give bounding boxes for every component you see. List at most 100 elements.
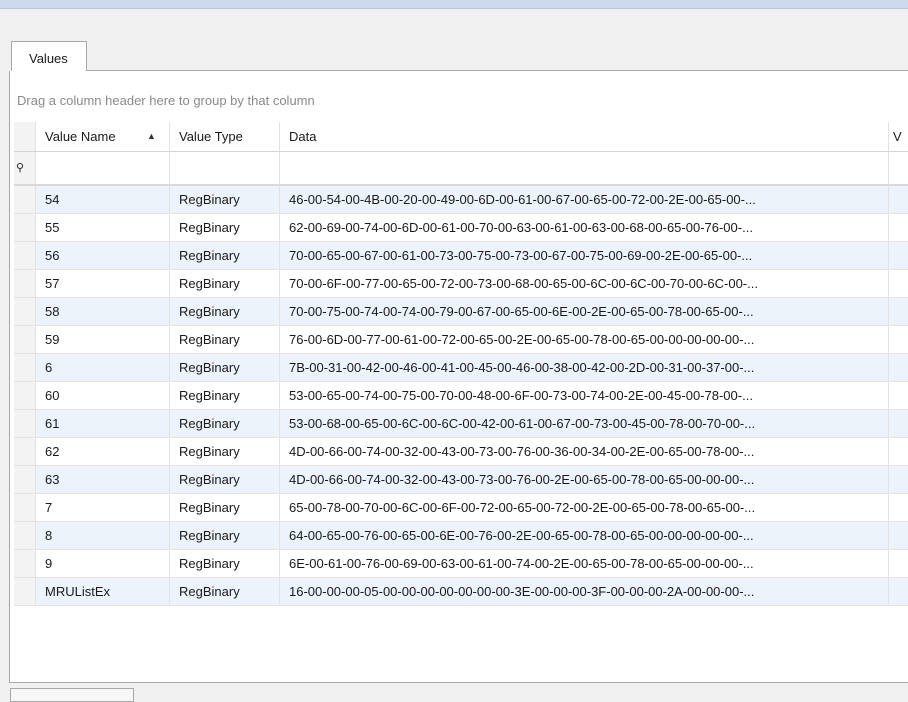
table-row[interactable]: 58 RegBinary 70-00-75-00-74-00-74-00-79-00…: [14, 298, 908, 326]
cell-value-type[interactable]: RegBinary: [170, 494, 280, 521]
cell-value-name[interactable]: 61: [36, 410, 170, 437]
table-row[interactable]: 56 RegBinary 70-00-65-00-67-00-61-00-73-00…: [14, 242, 908, 270]
cell-partial: [889, 214, 908, 241]
group-by-hint[interactable]: Drag a column header here to group by th…: [17, 93, 315, 108]
row-indicator: [14, 410, 36, 437]
cell-data[interactable]: 6E-00-61-00-76-00-69-00-63-00-61-00-74-0…: [280, 550, 889, 577]
cell-value-name[interactable]: 57: [36, 270, 170, 297]
filter-cell-value-name[interactable]: [36, 152, 170, 184]
cell-data[interactable]: 4D-00-66-00-74-00-32-00-43-00-73-00-76-0…: [280, 466, 889, 493]
grid-header-row: Value Name ▲ Value Type Data V: [14, 122, 908, 152]
column-header-value-name-label: Value Name: [45, 129, 116, 144]
table-row[interactable]: 8 RegBinary 64-00-65-00-76-00-65-00-6E-00-…: [14, 522, 908, 550]
cell-partial: [889, 550, 908, 577]
grid-rows: 54 RegBinary 46-00-54-00-4B-00-20-00-49-00…: [14, 186, 908, 606]
cell-data[interactable]: 7B-00-31-00-42-00-46-00-41-00-45-00-46-0…: [280, 354, 889, 381]
cell-data[interactable]: 46-00-54-00-4B-00-20-00-49-00-6D-00-61-0…: [280, 186, 889, 213]
table-row[interactable]: 55 RegBinary 62-00-69-00-74-00-6D-00-61-00…: [14, 214, 908, 242]
cell-value-name[interactable]: 60: [36, 382, 170, 409]
cell-value-name[interactable]: 59: [36, 326, 170, 353]
filter-cell-data[interactable]: [280, 152, 889, 184]
cell-data[interactable]: 64-00-65-00-76-00-65-00-6E-00-76-00-2E-0…: [280, 522, 889, 549]
cell-data[interactable]: 53-00-68-00-65-00-6C-00-6C-00-42-00-61-0…: [280, 410, 889, 437]
row-indicator: [14, 438, 36, 465]
cell-partial: [889, 298, 908, 325]
cell-value-type[interactable]: RegBinary: [170, 382, 280, 409]
cell-value-name[interactable]: 63: [36, 466, 170, 493]
cell-value-type[interactable]: RegBinary: [170, 522, 280, 549]
cell-value-type[interactable]: RegBinary: [170, 242, 280, 269]
table-row[interactable]: 59 RegBinary 76-00-6D-00-77-00-61-00-72-00…: [14, 326, 908, 354]
cell-value-type[interactable]: RegBinary: [170, 186, 280, 213]
cell-value-type[interactable]: RegBinary: [170, 578, 280, 605]
cell-partial: [889, 354, 908, 381]
cell-partial: [889, 326, 908, 353]
row-indicator: [14, 522, 36, 549]
cell-value-name[interactable]: 9: [36, 550, 170, 577]
filter-cell-value-type[interactable]: [170, 152, 280, 184]
cell-value-name[interactable]: 8: [36, 522, 170, 549]
cell-value-type[interactable]: RegBinary: [170, 270, 280, 297]
row-indicator: [14, 382, 36, 409]
values-panel: Drag a column header here to group by th…: [9, 71, 908, 683]
tab-values[interactable]: Values: [11, 41, 87, 71]
table-row[interactable]: 6 RegBinary 7B-00-31-00-42-00-46-00-41-00-…: [14, 354, 908, 382]
table-row[interactable]: 60 RegBinary 53-00-65-00-74-00-75-00-70-00…: [14, 382, 908, 410]
cell-partial: [889, 242, 908, 269]
table-row[interactable]: 63 RegBinary 4D-00-66-00-74-00-32-00-43-00…: [14, 466, 908, 494]
cell-partial: [889, 494, 908, 521]
row-indicator: [14, 550, 36, 577]
cell-value-name[interactable]: 54: [36, 186, 170, 213]
row-indicator: [14, 494, 36, 521]
row-indicator: [14, 270, 36, 297]
column-header-value-type[interactable]: Value Type: [170, 122, 280, 151]
cell-partial: [889, 382, 908, 409]
table-row[interactable]: 61 RegBinary 53-00-68-00-65-00-6C-00-6C-00…: [14, 410, 908, 438]
cell-data[interactable]: 53-00-65-00-74-00-75-00-70-00-48-00-6F-0…: [280, 382, 889, 409]
table-row[interactable]: MRUListEx RegBinary 16-00-00-00-05-00-00-0…: [14, 578, 908, 606]
cell-partial: [889, 522, 908, 549]
cell-partial: [889, 186, 908, 213]
bottom-tab-button[interactable]: [10, 688, 134, 702]
table-row[interactable]: 7 RegBinary 65-00-78-00-70-00-6C-00-6F-00-…: [14, 494, 908, 522]
row-indicator: [14, 578, 36, 605]
row-indicator: [14, 214, 36, 241]
filter-cell-partial[interactable]: [889, 152, 908, 184]
cell-value-type[interactable]: RegBinary: [170, 298, 280, 325]
cell-value-type[interactable]: RegBinary: [170, 214, 280, 241]
cell-value-name[interactable]: 7: [36, 494, 170, 521]
cell-data[interactable]: 76-00-6D-00-77-00-61-00-72-00-65-00-2E-0…: [280, 326, 889, 353]
cell-partial: [889, 438, 908, 465]
table-row[interactable]: 62 RegBinary 4D-00-66-00-74-00-32-00-43-00…: [14, 438, 908, 466]
cell-value-type[interactable]: RegBinary: [170, 550, 280, 577]
table-row[interactable]: 57 RegBinary 70-00-6F-00-77-00-65-00-72-00…: [14, 270, 908, 298]
column-header-value-name[interactable]: Value Name ▲: [36, 122, 170, 151]
cell-data[interactable]: 4D-00-66-00-74-00-32-00-43-00-73-00-76-0…: [280, 438, 889, 465]
table-row[interactable]: 9 RegBinary 6E-00-61-00-76-00-69-00-63-00-…: [14, 550, 908, 578]
row-indicator: [14, 186, 36, 213]
cell-value-name[interactable]: 6: [36, 354, 170, 381]
table-row[interactable]: 54 RegBinary 46-00-54-00-4B-00-20-00-49-00…: [14, 186, 908, 214]
cell-value-type[interactable]: RegBinary: [170, 354, 280, 381]
values-grid: Value Name ▲ Value Type Data V ⚲ 54 RegBi…: [14, 122, 908, 606]
cell-value-type[interactable]: RegBinary: [170, 466, 280, 493]
filter-row-indicator: ⚲: [14, 152, 36, 184]
cell-value-name[interactable]: 62: [36, 438, 170, 465]
cell-value-name[interactable]: 58: [36, 298, 170, 325]
cell-data[interactable]: 65-00-78-00-70-00-6C-00-6F-00-72-00-65-0…: [280, 494, 889, 521]
column-header-partial[interactable]: V: [889, 122, 908, 151]
cell-value-type[interactable]: RegBinary: [170, 326, 280, 353]
column-header-data[interactable]: Data: [280, 122, 889, 151]
cell-data[interactable]: 70-00-75-00-74-00-74-00-79-00-67-00-65-0…: [280, 298, 889, 325]
cell-data[interactable]: 62-00-69-00-74-00-6D-00-61-00-70-00-63-0…: [280, 214, 889, 241]
cell-value-type[interactable]: RegBinary: [170, 410, 280, 437]
cell-partial: [889, 578, 908, 605]
cell-value-name[interactable]: 56: [36, 242, 170, 269]
cell-value-type[interactable]: RegBinary: [170, 438, 280, 465]
cell-value-name[interactable]: 55: [36, 214, 170, 241]
cell-data[interactable]: 70-00-6F-00-77-00-65-00-72-00-73-00-68-0…: [280, 270, 889, 297]
cell-data[interactable]: 70-00-65-00-67-00-61-00-73-00-75-00-73-0…: [280, 242, 889, 269]
cell-data[interactable]: 16-00-00-00-05-00-00-00-00-00-00-00-3E-0…: [280, 578, 889, 605]
cell-partial: [889, 270, 908, 297]
cell-value-name[interactable]: MRUListEx: [36, 578, 170, 605]
